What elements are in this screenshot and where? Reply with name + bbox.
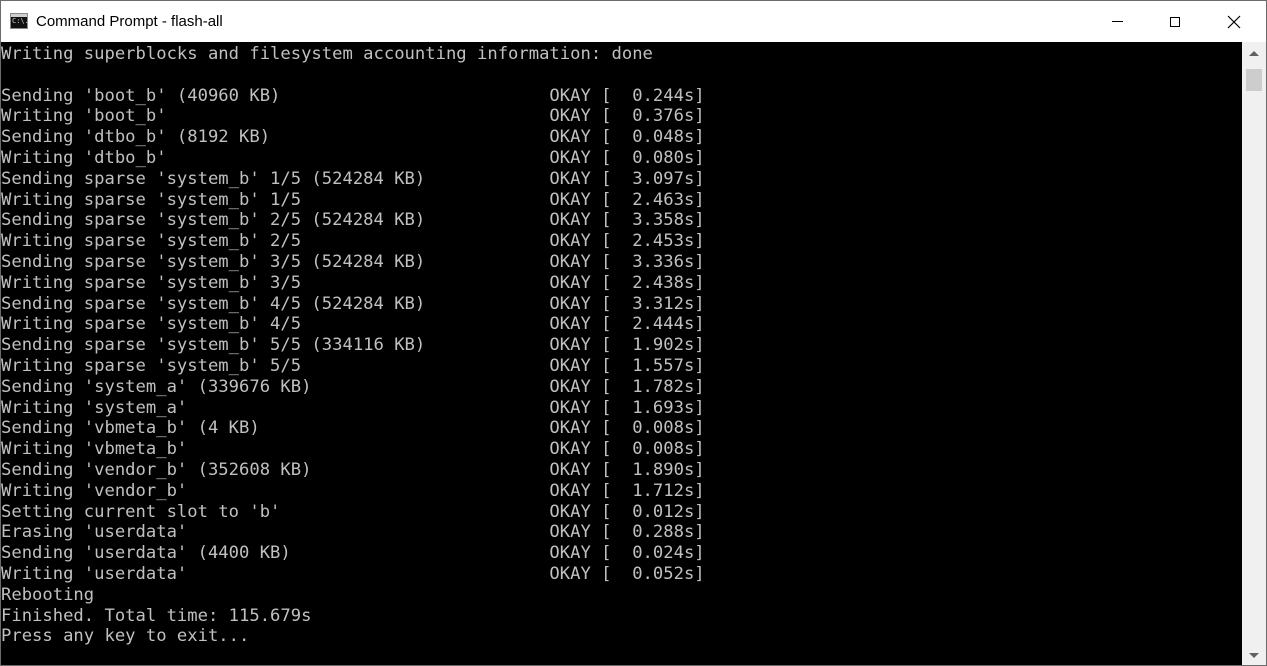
console-line: Writing sparse 'system_b' 4/5 OKAY [ 2.4… xyxy=(1,314,705,335)
console-line: Sending sparse 'system_b' 5/5 (334116 KB… xyxy=(1,335,705,356)
console-line: Rebooting xyxy=(1,584,95,605)
console-line: Writing sparse 'system_b' 5/5 OKAY [ 1.5… xyxy=(1,355,705,376)
scroll-down-arrow-icon xyxy=(1249,652,1259,658)
cmd-icon[interactable]: C:\. xyxy=(10,13,29,29)
close-button[interactable] xyxy=(1205,1,1263,42)
console-line: Writing 'vendor_b' OKAY [ 1.712s] xyxy=(1,480,705,501)
title-bar[interactable]: C:\. Command Prompt - flash-all xyxy=(1,1,1266,42)
console-line: Writing 'boot_b' OKAY [ 0.376s] xyxy=(1,106,705,127)
minimize-icon xyxy=(1111,21,1123,22)
vertical-scrollbar[interactable] xyxy=(1242,42,1266,665)
console-line: Sending 'boot_b' (40960 KB) OKAY [ 0.244… xyxy=(1,85,705,106)
console-line: Setting current slot to 'b' OKAY [ 0.012… xyxy=(1,501,705,522)
console-line: Sending sparse 'system_b' 1/5 (524284 KB… xyxy=(1,168,705,189)
cmd-icon-text: C:\. xyxy=(12,17,29,25)
console-line: Finished. Total time: 115.679s xyxy=(1,605,312,626)
console-line: Writing 'system_a' OKAY [ 1.693s] xyxy=(1,397,705,418)
console-line: Sending 'vbmeta_b' (4 KB) OKAY [ 0.008s] xyxy=(1,418,705,439)
console-line: Sending sparse 'system_b' 3/5 (524284 KB… xyxy=(1,251,705,272)
console-output[interactable]: Writing superblocks and filesystem accou… xyxy=(1,42,1242,665)
console-line: Writing superblocks and filesystem accou… xyxy=(1,44,653,64)
scroll-up-arrow-icon xyxy=(1249,50,1259,56)
console-line: Sending 'system_a' (339676 KB) OKAY [ 1.… xyxy=(1,376,705,397)
window-title: Command Prompt - flash-all xyxy=(36,13,223,30)
console-line: Writing 'userdata' OKAY [ 0.052s] xyxy=(1,563,705,584)
console-line: Sending 'userdata' (4400 KB) OKAY [ 0.02… xyxy=(1,543,705,564)
minimize-button[interactable] xyxy=(1088,1,1146,42)
scrollbar-thumb[interactable] xyxy=(1246,69,1262,91)
console-line: Writing sparse 'system_b' 3/5 OKAY [ 2.4… xyxy=(1,272,705,293)
console-line: Erasing 'userdata' OKAY [ 0.288s] xyxy=(1,522,705,543)
close-icon xyxy=(1227,15,1241,28)
console-line: Press any key to exit... xyxy=(1,626,250,647)
console-line: Writing sparse 'system_b' 2/5 OKAY [ 2.4… xyxy=(1,231,705,252)
scroll-up-button[interactable] xyxy=(1242,42,1266,64)
console-line: Sending 'vendor_b' (352608 KB) OKAY [ 1.… xyxy=(1,459,705,480)
command-prompt-window: C:\. Command Prompt - flash-all Writing … xyxy=(0,0,1267,666)
console-line: Sending sparse 'system_b' 4/5 (524284 KB… xyxy=(1,293,705,314)
console-line: Writing sparse 'system_b' 1/5 OKAY [ 2.4… xyxy=(1,189,705,210)
maximize-button[interactable] xyxy=(1146,1,1204,42)
console-line: Sending 'dtbo_b' (8192 KB) OKAY [ 0.048s… xyxy=(1,127,705,148)
console-line: Sending sparse 'system_b' 2/5 (524284 KB… xyxy=(1,210,705,231)
maximize-icon xyxy=(1170,16,1180,27)
console-line: Writing 'vbmeta_b' OKAY [ 0.008s] xyxy=(1,439,705,460)
console-text: Writing superblocks and filesystem accou… xyxy=(1,42,1242,647)
console-line: Writing 'dtbo_b' OKAY [ 0.080s] xyxy=(1,147,705,168)
scroll-down-button[interactable] xyxy=(1242,644,1266,665)
